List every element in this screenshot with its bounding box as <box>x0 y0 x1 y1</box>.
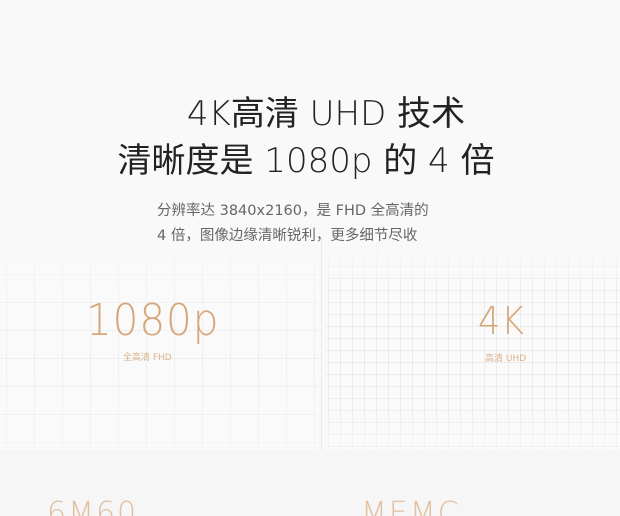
description-line-2: 4 倍，图像边缘清晰锐利，更多细节尽收 <box>157 228 418 244</box>
uhd-grid-background <box>326 238 620 450</box>
headline-line-1: 4K高清 UHD 技术 <box>186 94 466 134</box>
description: 分辨率达 3840x2160，是 FHD 全高清的 4 倍，图像边缘清晰锐利，更… <box>157 199 517 249</box>
uhd-resolution-caption: 高清 UHD <box>485 354 527 364</box>
fhd-resolution-caption: 全高清 FHD <box>123 353 172 363</box>
headline-line-2: 清晰度是 1080p 的 4 倍 <box>117 141 495 181</box>
memc-feature-label: MEMC <box>361 496 461 516</box>
comparison-divider <box>321 238 322 450</box>
uhd-resolution-label: 4K <box>478 299 526 343</box>
processor-feature-label: 6M60 <box>47 496 139 516</box>
description-line-1: 分辨率达 3840x2160，是 FHD 全高清的 <box>157 203 429 219</box>
fhd-resolution-label: 1080p <box>86 295 220 346</box>
next-feature-section: 6M60 MEMC <box>0 450 620 516</box>
hero-section: 4K高清 UHD 技术 清晰度是 1080p 的 4 倍 分辨率达 3840x2… <box>0 0 620 450</box>
